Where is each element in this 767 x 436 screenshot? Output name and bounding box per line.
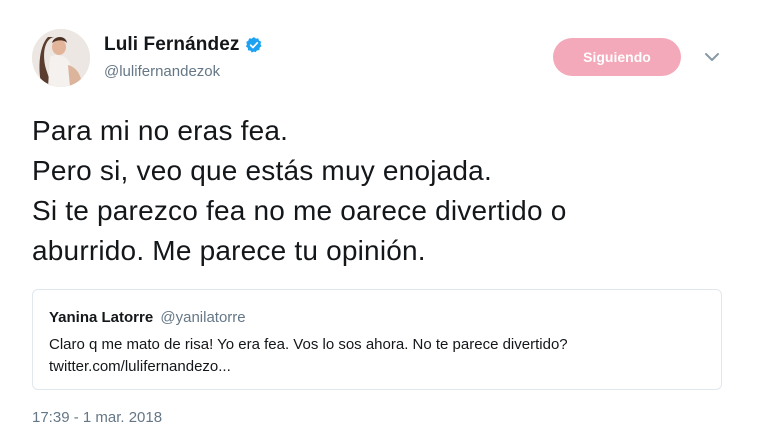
tweet-text-line: Pero si, veo que estás muy enojada. <box>32 155 492 186</box>
quoted-tweet-body: Claro q me mato de risa! Yo era fea. Vos… <box>49 334 568 378</box>
author-avatar[interactable] <box>32 29 90 87</box>
profile-photo-icon <box>32 29 90 87</box>
author-name[interactable]: Luli Fernández <box>104 34 239 56</box>
tweet-text-line: aburrido. Me parece tu opinión. <box>32 235 426 266</box>
tweet-text: Para mi no eras fea. Pero si, veo que es… <box>32 111 742 271</box>
quoted-author-name: Yanina Latorre <box>49 309 154 326</box>
following-button[interactable]: Siguiendo <box>553 38 681 76</box>
tweet-timestamp[interactable]: 17:39 - 1 mar. 2018 <box>32 409 162 426</box>
quoted-tweet-card[interactable]: Yanina Latorre @yanilatorre Claro q me m… <box>32 289 722 390</box>
tweet-text-line: Para mi no eras fea. <box>32 115 289 146</box>
tweet-text-line: Si te parezco fea no me oarece divertido… <box>32 195 567 226</box>
quoted-tweet-link: twitter.com/lulifernandezo... <box>49 358 231 375</box>
quoted-tweet-header: Yanina Latorre @yanilatorre <box>49 309 246 326</box>
author-handle[interactable]: @lulifernandezok <box>104 63 220 80</box>
quoted-tweet-text: Claro q me mato de risa! Yo era fea. Vos… <box>49 336 568 353</box>
verified-badge-icon <box>246 37 262 53</box>
quoted-author-handle: @yanilatorre <box>160 309 246 326</box>
chevron-down-icon[interactable] <box>703 50 721 64</box>
author-name-row: Luli Fernández <box>104 34 263 56</box>
tweet-card: Luli Fernández @lulifernandezok Siguiend… <box>0 0 767 436</box>
